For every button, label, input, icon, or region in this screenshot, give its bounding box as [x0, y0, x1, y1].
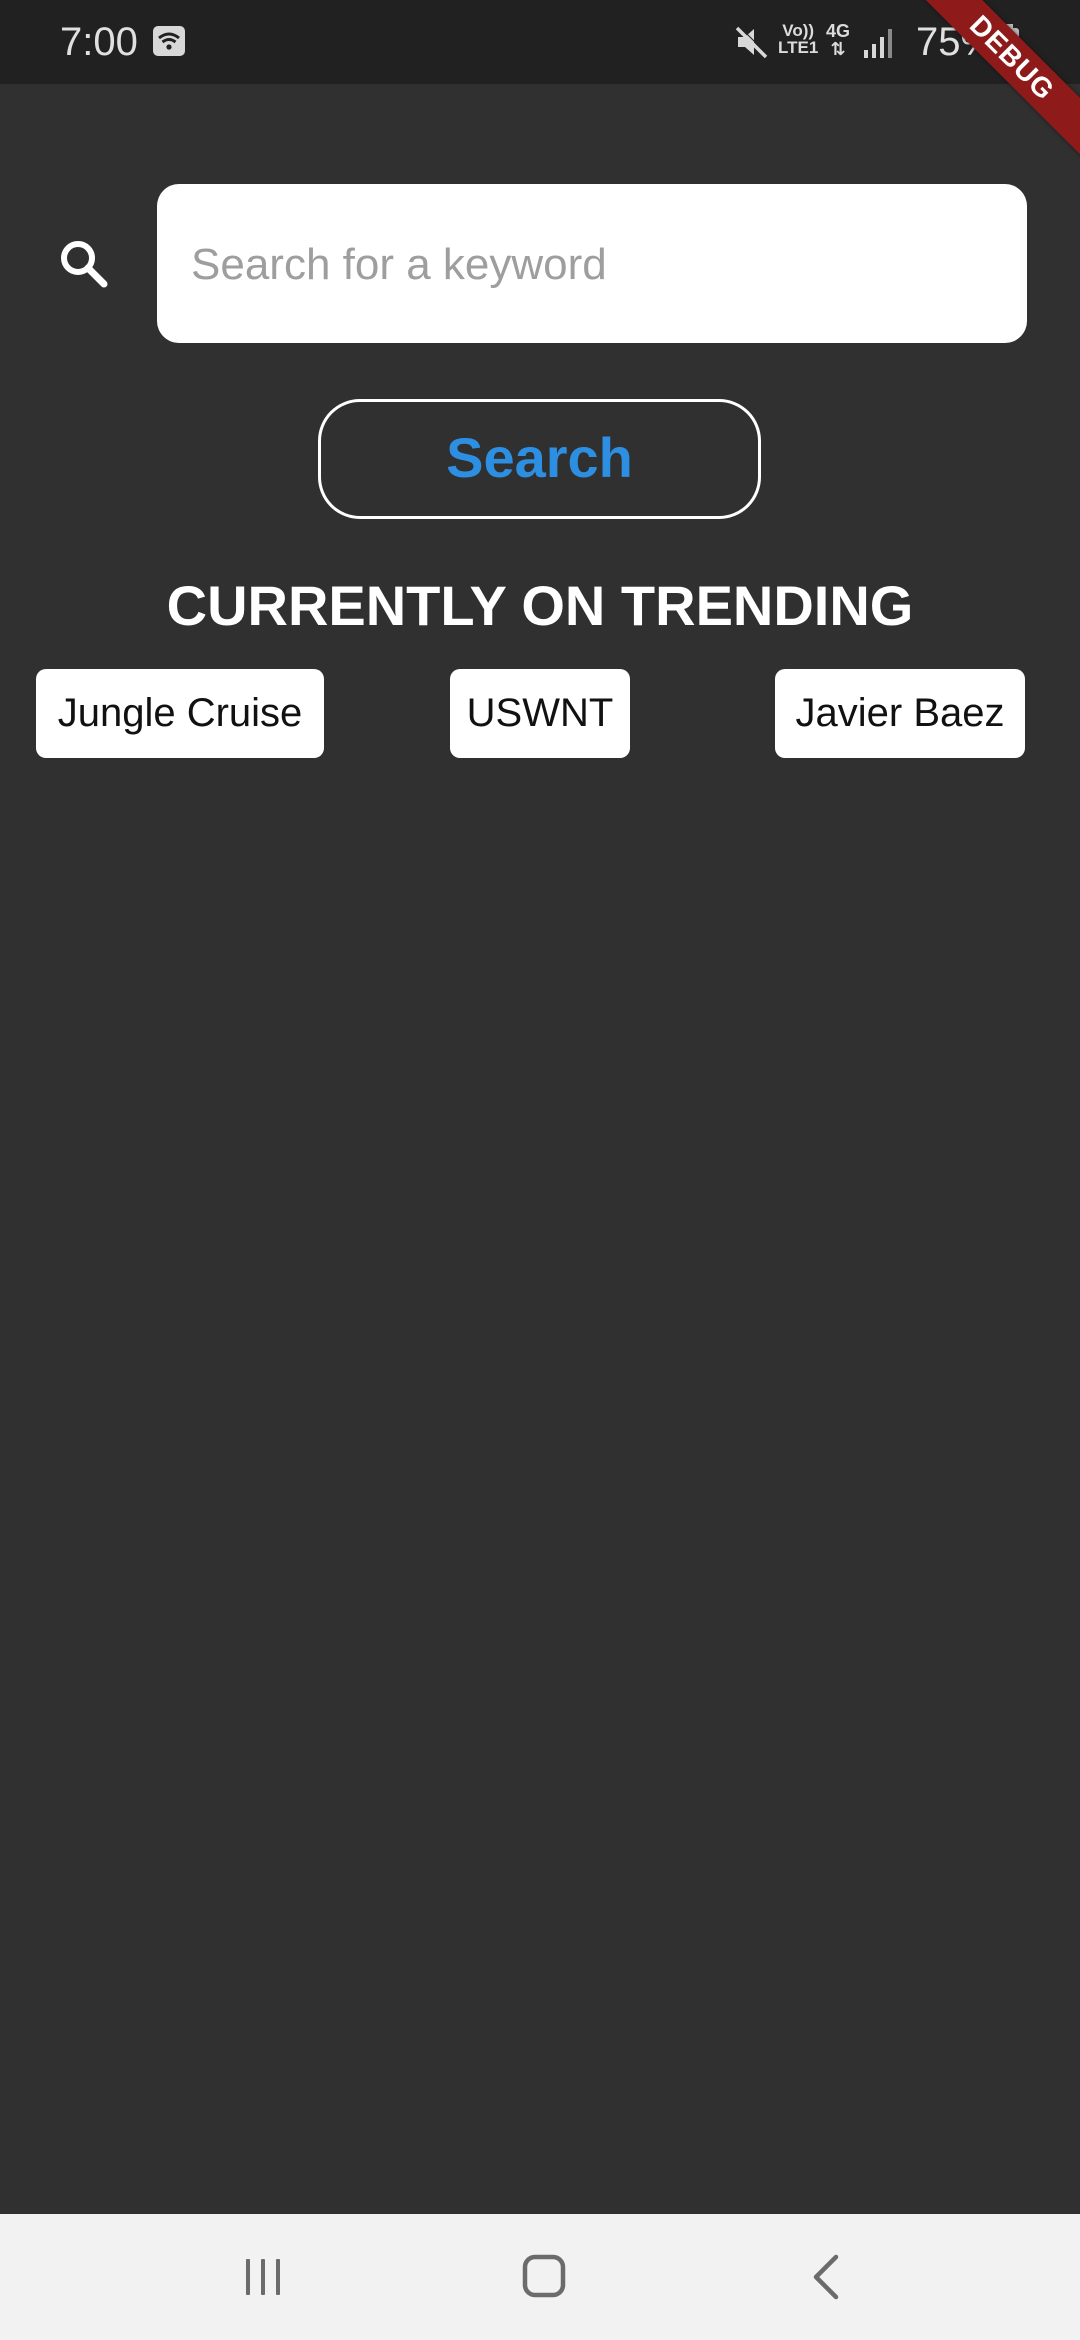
back-icon[interactable] [806, 2252, 846, 2302]
status-bar: 7:00 Vo)) LTE1 4G ⇅ 75% [0, 0, 1080, 84]
navigation-bar [0, 2214, 1080, 2340]
trending-chip-jungle-cruise[interactable]: Jungle Cruise [36, 669, 324, 758]
search-button[interactable]: Search [318, 399, 761, 519]
search-field[interactable] [157, 184, 1027, 345]
volte-line1: Vo)) [782, 21, 815, 40]
search-icon[interactable] [56, 236, 112, 292]
network-label: 4G [826, 21, 851, 41]
status-time: 7:00 [60, 20, 138, 64]
home-icon[interactable] [520, 2252, 568, 2300]
data-arrows-icon: ⇅ [830, 39, 846, 59]
app-screen: 7:00 Vo)) LTE1 4G ⇅ 75% DEBUG Search for… [0, 0, 1080, 2340]
volte-indicator: Vo)) LTE1 [778, 22, 818, 56]
volte-line2: LTE1 [778, 38, 819, 57]
network-indicator: 4G ⇅ [826, 22, 850, 58]
search-input[interactable] [189, 184, 999, 345]
mute-icon [735, 25, 769, 59]
wifi-icon [153, 26, 185, 56]
trending-chip-javier-baez[interactable]: Javier Baez [775, 669, 1025, 758]
recent-apps-icon[interactable] [240, 2254, 286, 2300]
signal-icon [864, 29, 892, 58]
trending-title: CURRENTLY ON TRENDING [166, 574, 914, 637]
trending-chip-uswnt[interactable]: USWNT [450, 669, 630, 758]
